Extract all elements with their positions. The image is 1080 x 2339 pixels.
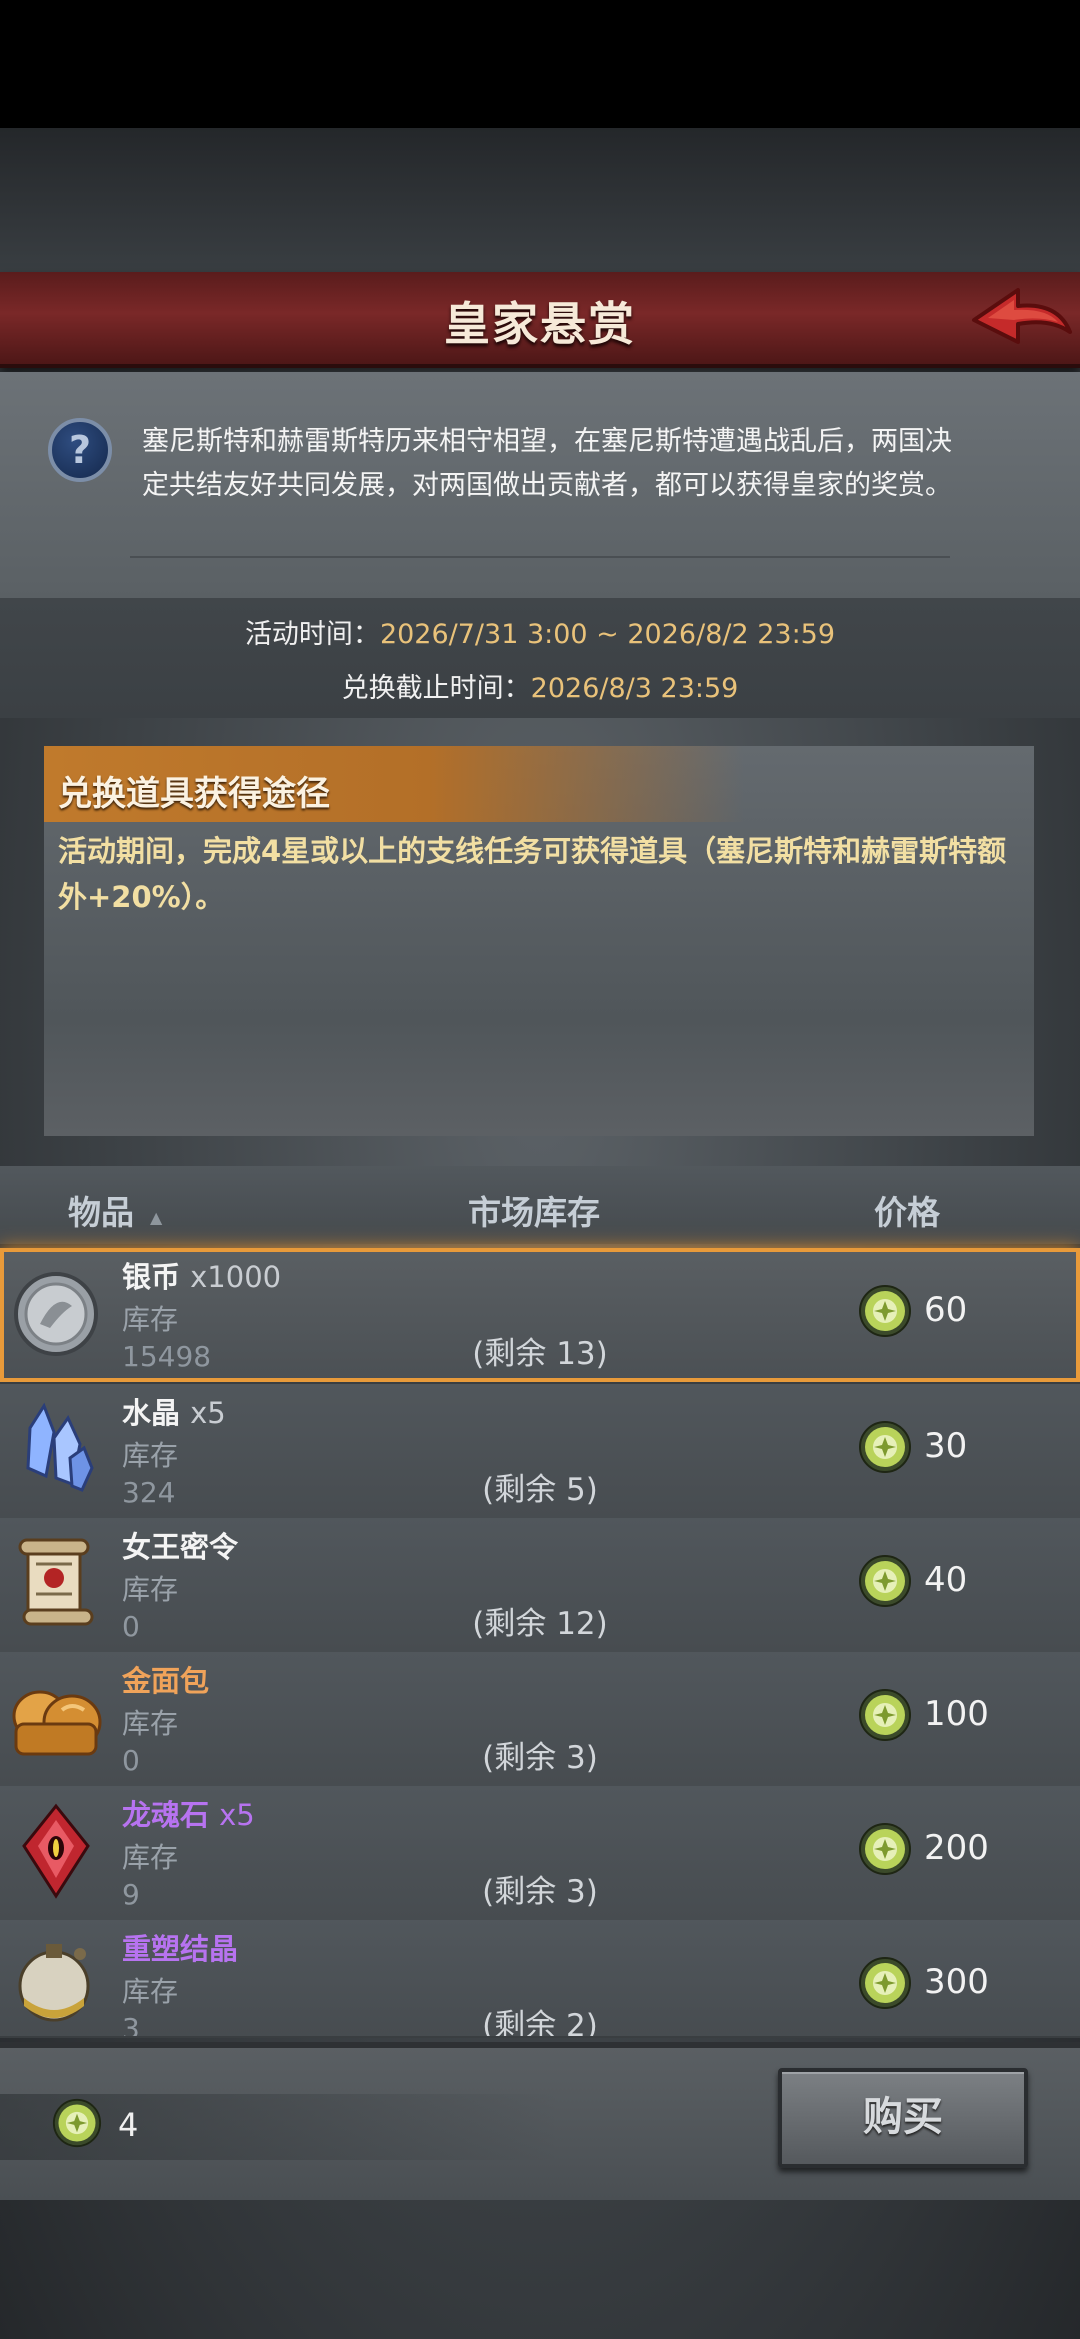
- event-token-icon: [859, 1823, 911, 1875]
- column-stock: 市场库存: [468, 1193, 600, 1232]
- route-title: 兑换道具获得途径: [58, 774, 330, 814]
- deadline-value: 2026/8/3 23:59: [530, 673, 739, 704]
- price-value: 30: [924, 1426, 968, 1466]
- stock-label: 库存: [122, 1573, 179, 1606]
- stock-value: 3: [122, 2012, 140, 2038]
- stock-label: 库存: [122, 1707, 179, 1740]
- remaining-count: (剩余 2): [482, 2008, 598, 2038]
- buy-button[interactable]: 购买: [778, 2068, 1028, 2168]
- silver-coin-icon: [14, 1272, 98, 1356]
- back-arrow-icon: [972, 288, 1072, 344]
- sort-arrow-icon: ▲: [150, 1208, 163, 1227]
- intro-text: 塞尼斯特和赫雷斯特历来相守相望，在塞尼斯特遭遇战乱后，两国决定共结友好共同发展，…: [142, 426, 952, 501]
- top-shade: [0, 128, 1080, 278]
- wallet-amount: 4: [118, 2106, 139, 2144]
- stock-value: 0: [122, 1744, 140, 1777]
- event-token-icon: [52, 2098, 102, 2148]
- reshape-crystal-icon: [18, 1944, 90, 2022]
- event-time-label: 活动时间：: [244, 619, 380, 650]
- column-price: 价格: [874, 1193, 940, 1232]
- stock-value: 0: [122, 1610, 140, 1643]
- item-name: 重塑结晶: [122, 1932, 239, 1966]
- deadline-row: 兑换截止时间：2026/8/3 23:59: [0, 666, 1080, 705]
- event-time-row: 活动时间：2026/7/31 3:00 ~ 2026/8/2 23:59: [0, 612, 1080, 651]
- event-token-icon: [859, 1689, 911, 1741]
- price-value: 100: [924, 1694, 989, 1734]
- help-icon[interactable]: ?: [48, 418, 112, 482]
- item-name: 银币 x1000: [122, 1260, 282, 1294]
- title-bar: 皇家悬赏: [0, 272, 1080, 368]
- item-name: 女王密令: [122, 1530, 239, 1564]
- bread-icon: [12, 1690, 102, 1756]
- price-value: 200: [924, 1828, 989, 1868]
- event-token-icon: [859, 1957, 911, 2009]
- item-row[interactable]: 女王密令 库存 0 (剩余 12) 40: [0, 1518, 1080, 1654]
- price-value: 40: [924, 1560, 968, 1600]
- back-button[interactable]: [966, 280, 1076, 362]
- event-token-icon: [859, 1555, 911, 1607]
- route-text: 活动期间，完成4星或以上的支线任务可获得道具（塞尼斯特和赫雷斯特额外+20%）。: [58, 834, 1007, 914]
- remaining-count: (剩余 5): [482, 1472, 598, 1508]
- remaining-count: (剩余 13): [472, 1336, 608, 1372]
- item-row[interactable]: 水晶 x5 库存 324 (剩余 5) 30: [0, 1384, 1080, 1520]
- stock-label: 库存: [122, 1975, 179, 2008]
- item-row[interactable]: 龙魂石 x5 库存 9 (剩余 3) 200: [0, 1786, 1080, 1922]
- price-value: 300: [924, 1962, 989, 2002]
- stock-label: 库存: [122, 1439, 179, 1472]
- item-row[interactable]: 银币 x1000 库存 15498 (剩余 13) 60: [0, 1248, 1080, 1384]
- stock-value: 15498: [122, 1340, 212, 1373]
- item-name: 水晶 x5: [122, 1396, 226, 1430]
- item-row[interactable]: 重塑结晶 库存 3 (剩余 2) 300: [0, 1920, 1080, 2038]
- remaining-count: (剩余 3): [482, 1874, 598, 1910]
- crystal-icon: [26, 1402, 94, 1492]
- item-name: 金面包: [122, 1664, 210, 1698]
- stock-value: 9: [122, 1878, 140, 1911]
- remaining-count: (剩余 12): [472, 1606, 608, 1642]
- stock-label: 库存: [122, 1841, 179, 1874]
- price-value: 60: [924, 1290, 968, 1330]
- item-row[interactable]: 金面包 库存 0 (剩余 3) 100: [0, 1652, 1080, 1788]
- stock-value: 324: [122, 1476, 176, 1509]
- page-title: 皇家悬赏: [444, 297, 636, 351]
- item-name: 龙魂石 x5: [122, 1798, 255, 1832]
- column-item[interactable]: 物品: [68, 1186, 134, 1234]
- divider: [130, 556, 950, 558]
- event-token-icon: [859, 1421, 911, 1473]
- stock-label: 库存: [122, 1303, 179, 1336]
- deadline-label: 兑换截止时间：: [341, 673, 531, 704]
- remaining-count: (剩余 3): [482, 1740, 598, 1776]
- event-token-icon: [859, 1285, 911, 1337]
- dragon-soul-stone-icon: [22, 1803, 90, 1899]
- event-time-value: 2026/7/31 3:00 ~ 2026/8/2 23:59: [379, 619, 836, 650]
- scroll-icon: [18, 1538, 94, 1626]
